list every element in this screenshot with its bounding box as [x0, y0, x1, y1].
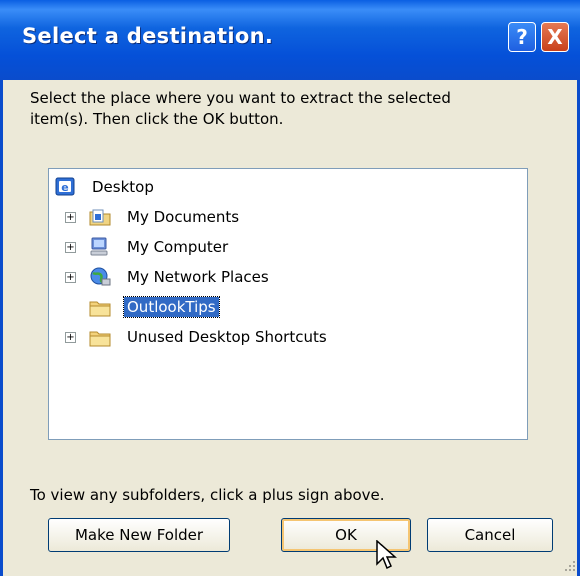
- expand-icon[interactable]: +: [65, 212, 76, 223]
- tree-node-my-network-places[interactable]: + My Network Places: [65, 265, 485, 289]
- tree-label-desktop: Desktop: [92, 178, 154, 196]
- window-frame-left: [0, 80, 3, 576]
- mouse-cursor-icon: [376, 540, 397, 570]
- my-computer-icon: [90, 237, 108, 256]
- tree-label-outlooktips: OutlookTips: [123, 296, 220, 318]
- tree-node-outlooktips[interactable]: OutlookTips: [65, 295, 485, 319]
- subfolder-hint: To view any subfolders, click a plus sig…: [30, 486, 385, 504]
- expand-icon[interactable]: +: [65, 242, 76, 253]
- resize-grip-icon[interactable]: [562, 558, 576, 572]
- dialog-title: Select a destination.: [22, 24, 274, 48]
- instruction-text: Select the place where you want to extra…: [30, 89, 451, 128]
- cancel-button[interactable]: Cancel: [427, 518, 553, 552]
- tree-label-my-documents: My Documents: [127, 208, 240, 226]
- make-new-folder-button[interactable]: Make New Folder: [48, 518, 230, 552]
- network-places-icon: [90, 267, 111, 286]
- tree-label-my-network-places: My Network Places: [127, 268, 269, 286]
- desktop-icon: e: [55, 177, 75, 196]
- folder-icon: [89, 301, 111, 317]
- help-button[interactable]: ?: [508, 22, 536, 52]
- expand-icon[interactable]: +: [65, 332, 76, 343]
- tree-node-unused-desktop-shortcuts[interactable]: + Unused Desktop Shortcuts: [65, 325, 485, 349]
- svg-text:e: e: [61, 181, 68, 194]
- tree-node-my-documents[interactable]: + My Documents: [65, 205, 485, 229]
- folder-icon: [89, 331, 111, 347]
- tree-node-desktop[interactable]: e Desktop: [55, 175, 355, 199]
- select-destination-dialog: Select a destination. ? X Select the pla…: [0, 0, 580, 576]
- folder-tree[interactable]: e Desktop + My Documents + My Computer +…: [48, 168, 528, 440]
- tree-label-my-computer: My Computer: [127, 238, 229, 256]
- title-bar[interactable]: Select a destination. ? X: [0, 0, 580, 80]
- close-button[interactable]: X: [541, 22, 569, 52]
- tree-node-my-computer[interactable]: + My Computer: [65, 235, 485, 259]
- expand-icon[interactable]: +: [65, 272, 76, 283]
- my-documents-icon: [89, 209, 111, 226]
- tree-label-unused-desktop-shortcuts: Unused Desktop Shortcuts: [127, 328, 327, 346]
